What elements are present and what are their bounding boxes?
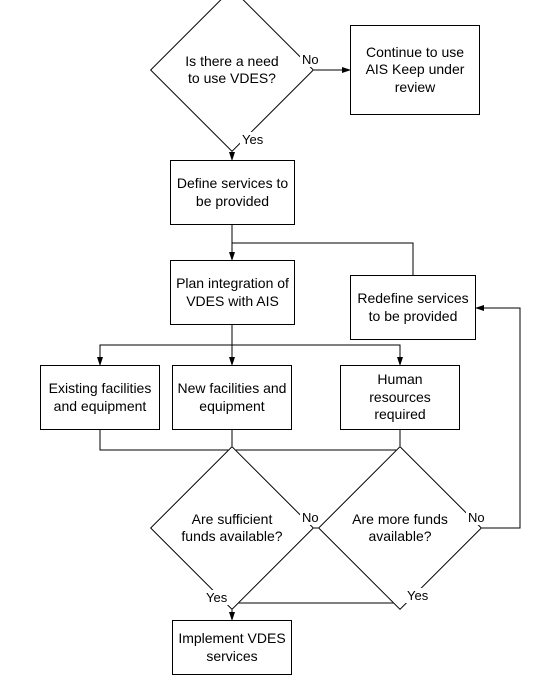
edge-label-d3-no: No	[466, 510, 487, 525]
decision-sufficient-funds: Are sufficient funds available?	[174, 470, 290, 586]
edge-label-d3-yes: Yes	[405, 588, 430, 603]
decision-more-funds-label: Are more funds available?	[342, 470, 458, 586]
decision-more-funds: Are more funds available?	[342, 470, 458, 586]
process-new-facilities: New facilities and equipment	[172, 365, 292, 430]
decision-need-vdes-label: Is there a need to use VDES?	[174, 12, 290, 128]
process-define-services: Define services to be provided	[170, 160, 295, 225]
process-implement-vdes-label: Implement VDES services	[177, 630, 287, 665]
flowchart-canvas: Is there a need to use VDES? Continue to…	[0, 0, 556, 689]
process-plan-integration-label: Plan integration of VDES with AIS	[175, 275, 290, 310]
process-redefine-services: Redefine services to be provided	[350, 275, 476, 340]
process-redefine-services-label: Redefine services to be provided	[355, 290, 471, 325]
decision-need-vdes: Is there a need to use VDES?	[174, 12, 290, 128]
process-existing-facilities-label: Existing facilities and equipment	[45, 380, 155, 415]
decision-sufficient-funds-label: Are sufficient funds available?	[174, 470, 290, 586]
process-existing-facilities: Existing facilities and equipment	[40, 365, 160, 430]
process-new-facilities-label: New facilities and equipment	[177, 380, 287, 415]
edge-label-d1-yes: Yes	[240, 132, 265, 147]
process-continue-ais: Continue to use AIS Keep under review	[350, 25, 480, 115]
process-human-resources-label: Human resources required	[345, 371, 455, 424]
edge-label-d2-no: No	[300, 510, 321, 525]
process-implement-vdes: Implement VDES services	[172, 620, 292, 675]
process-continue-ais-label: Continue to use AIS Keep under review	[355, 44, 475, 97]
process-define-services-label: Define services to be provided	[175, 175, 290, 210]
edge-label-d2-yes: Yes	[204, 590, 229, 605]
edge-label-d1-no: No	[300, 52, 321, 67]
process-human-resources: Human resources required	[340, 365, 460, 430]
process-plan-integration: Plan integration of VDES with AIS	[170, 260, 295, 325]
